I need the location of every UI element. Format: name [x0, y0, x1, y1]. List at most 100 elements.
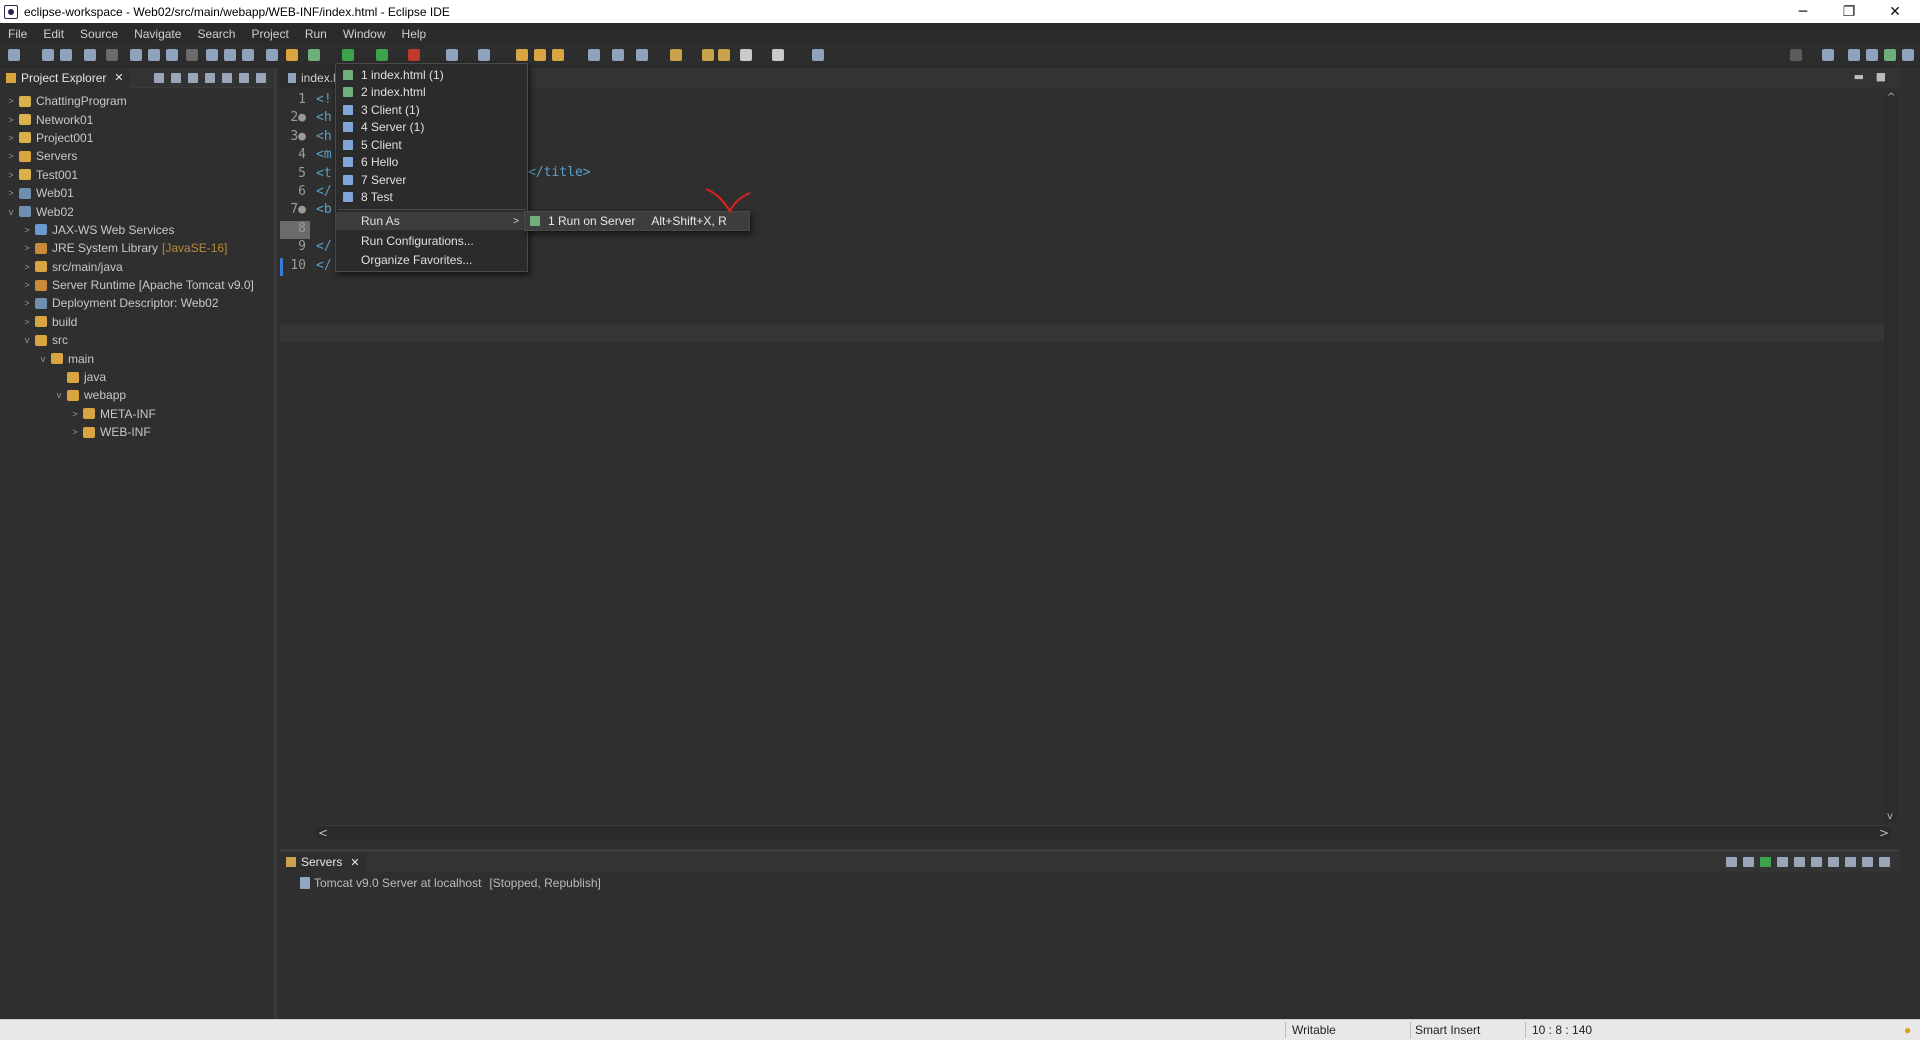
chevron-down-icon[interactable]: v [38, 354, 48, 364]
maximize-icon[interactable] [1879, 857, 1890, 867]
favorite-item[interactable]: 5 Client [336, 136, 527, 153]
favorite-item[interactable]: 7 Server [336, 171, 527, 188]
tree-item[interactable]: v Web02 [0, 202, 274, 220]
menu-source[interactable]: Source [72, 27, 126, 41]
collapse-icon[interactable] [1726, 857, 1737, 867]
tree-item[interactable]: > Network01 [0, 110, 274, 128]
server-row[interactable]: Tomcat v9.0 Server at localhost [Stopped… [300, 876, 1900, 890]
code-line[interactable]: <h [316, 110, 332, 128]
save-icon[interactable] [42, 49, 54, 61]
filter-icon[interactable] [188, 72, 198, 83]
tree-item[interactable]: > Web01 [0, 184, 274, 202]
suspend-icon[interactable] [148, 49, 160, 61]
prev-annotation-icon[interactable] [636, 49, 648, 61]
open-type-icon[interactable] [516, 49, 528, 61]
code-line[interactable]: <t [316, 166, 332, 184]
favorite-item[interactable]: 1 index.html (1) [336, 66, 527, 83]
code-line[interactable]: <b [316, 202, 332, 220]
tree-item[interactable]: > META-INF [0, 405, 274, 423]
chevron-right-icon[interactable]: > [6, 188, 16, 198]
publish-icon[interactable] [1811, 857, 1822, 867]
editor-maximize-icon[interactable]: ■ [1876, 70, 1886, 83]
chevron-right-icon[interactable]: > [6, 151, 16, 161]
tip-lightbulb-icon[interactable]: ● [1904, 1023, 1911, 1037]
next-annotation-icon[interactable] [612, 49, 624, 61]
collapse-all-icon[interactable] [154, 72, 164, 83]
menu-run[interactable]: Run [297, 27, 335, 41]
chevron-right-icon[interactable]: > [22, 298, 32, 308]
focus-icon[interactable] [205, 72, 215, 83]
close-icon[interactable]: ✕ [350, 856, 359, 869]
tree-item[interactable]: > ChattingProgram [0, 92, 274, 110]
tree-item[interactable]: > Project001 [0, 129, 274, 147]
last-edit-icon[interactable] [670, 49, 682, 61]
menu-project[interactable]: Project [243, 27, 296, 41]
step-return-icon[interactable] [242, 49, 254, 61]
disconnect-icon[interactable] [186, 49, 198, 61]
restore-button[interactable]: ❐ [1826, 0, 1872, 23]
close-icon[interactable]: ✕ [114, 71, 123, 84]
save-all-icon[interactable] [60, 49, 72, 61]
open-console-icon[interactable] [266, 49, 278, 61]
run-icon[interactable] [342, 49, 354, 61]
tree-item[interactable]: > WEB-INF [0, 423, 274, 441]
profile-server-icon[interactable] [1777, 857, 1788, 867]
new-server-icon[interactable] [286, 49, 298, 61]
organize-favorites-menu-item[interactable]: Organize Favorites... [336, 250, 527, 269]
tree-item[interactable]: > JAX-WS Web Services [0, 221, 274, 239]
tree-item[interactable]: > Server Runtime [Apache Tomcat v9.0] [0, 276, 274, 294]
tree-item[interactable]: v main [0, 349, 274, 367]
web-perspective-icon[interactable] [1902, 49, 1914, 61]
terminate-icon[interactable] [166, 49, 178, 61]
tree-item[interactable]: > Deployment Descriptor: Web02 [0, 294, 274, 312]
debug-perspective-icon[interactable] [1866, 49, 1878, 61]
search-icon[interactable] [1790, 49, 1802, 61]
chevron-right-icon[interactable]: > [22, 243, 32, 253]
chevron-right-icon[interactable]: > [22, 280, 32, 290]
back-icon[interactable] [702, 49, 714, 61]
maximize-icon[interactable] [256, 72, 266, 83]
tree-item[interactable]: v webapp [0, 386, 274, 404]
code-line[interactable]: </ [316, 184, 332, 202]
chevron-right-icon[interactable]: > [6, 96, 16, 106]
view-menu-icon[interactable] [222, 72, 232, 83]
tree-item[interactable]: > Test001 [0, 166, 274, 184]
chevron-down-icon[interactable]: v [6, 207, 16, 217]
code-line[interactable]: </ [316, 258, 332, 276]
open-task-icon[interactable] [534, 49, 546, 61]
scroll-down-icon[interactable]: v [1887, 811, 1893, 822]
minimize-icon[interactable] [239, 72, 249, 83]
favorite-item[interactable]: 8 Test [336, 189, 527, 206]
start-server-icon[interactable] [1760, 857, 1771, 867]
chevron-right-icon[interactable]: > [6, 115, 16, 125]
resume-icon[interactable] [130, 49, 142, 61]
run-as-menu-item[interactable]: Run As > [336, 212, 527, 230]
stop-server-icon[interactable] [1794, 857, 1805, 867]
new-java-project-icon[interactable] [446, 49, 458, 61]
code-line[interactable]: <! [316, 92, 332, 110]
chevron-right-icon[interactable]: > [22, 225, 32, 235]
tree-item[interactable]: > JRE System Library [JavaSE-16] [0, 239, 274, 257]
external-tools-icon[interactable] [408, 49, 420, 61]
favorite-item[interactable]: 3 Client (1) [336, 101, 527, 118]
chevron-down-icon[interactable]: v [54, 390, 64, 400]
java-perspective-icon[interactable] [1884, 49, 1896, 61]
code-line[interactable]: <m [316, 147, 332, 165]
menu-search[interactable]: Search [189, 27, 243, 41]
scroll-left-icon[interactable]: < [318, 826, 328, 840]
tab-project-explorer[interactable]: Project Explorer ✕ [0, 67, 130, 88]
new-package-icon[interactable] [478, 49, 490, 61]
debug-server-icon[interactable] [1743, 857, 1754, 867]
link-editor-icon[interactable] [171, 72, 181, 83]
tab-servers[interactable]: Servers ✕ [280, 852, 366, 872]
editor-horizontal-scrollbar[interactable]: < > [316, 825, 1891, 840]
menu-help[interactable]: Help [394, 27, 435, 41]
menu-window[interactable]: Window [335, 27, 394, 41]
favorite-item[interactable]: 4 Server (1) [336, 119, 527, 136]
pin-editor-icon[interactable] [812, 49, 824, 61]
code-line[interactable]: </ [316, 239, 332, 257]
skip-breakpoints-icon[interactable] [106, 49, 118, 61]
new-icon[interactable] [8, 49, 20, 61]
forward-icon[interactable] [718, 49, 730, 61]
navigate-forward-icon[interactable] [772, 49, 784, 61]
